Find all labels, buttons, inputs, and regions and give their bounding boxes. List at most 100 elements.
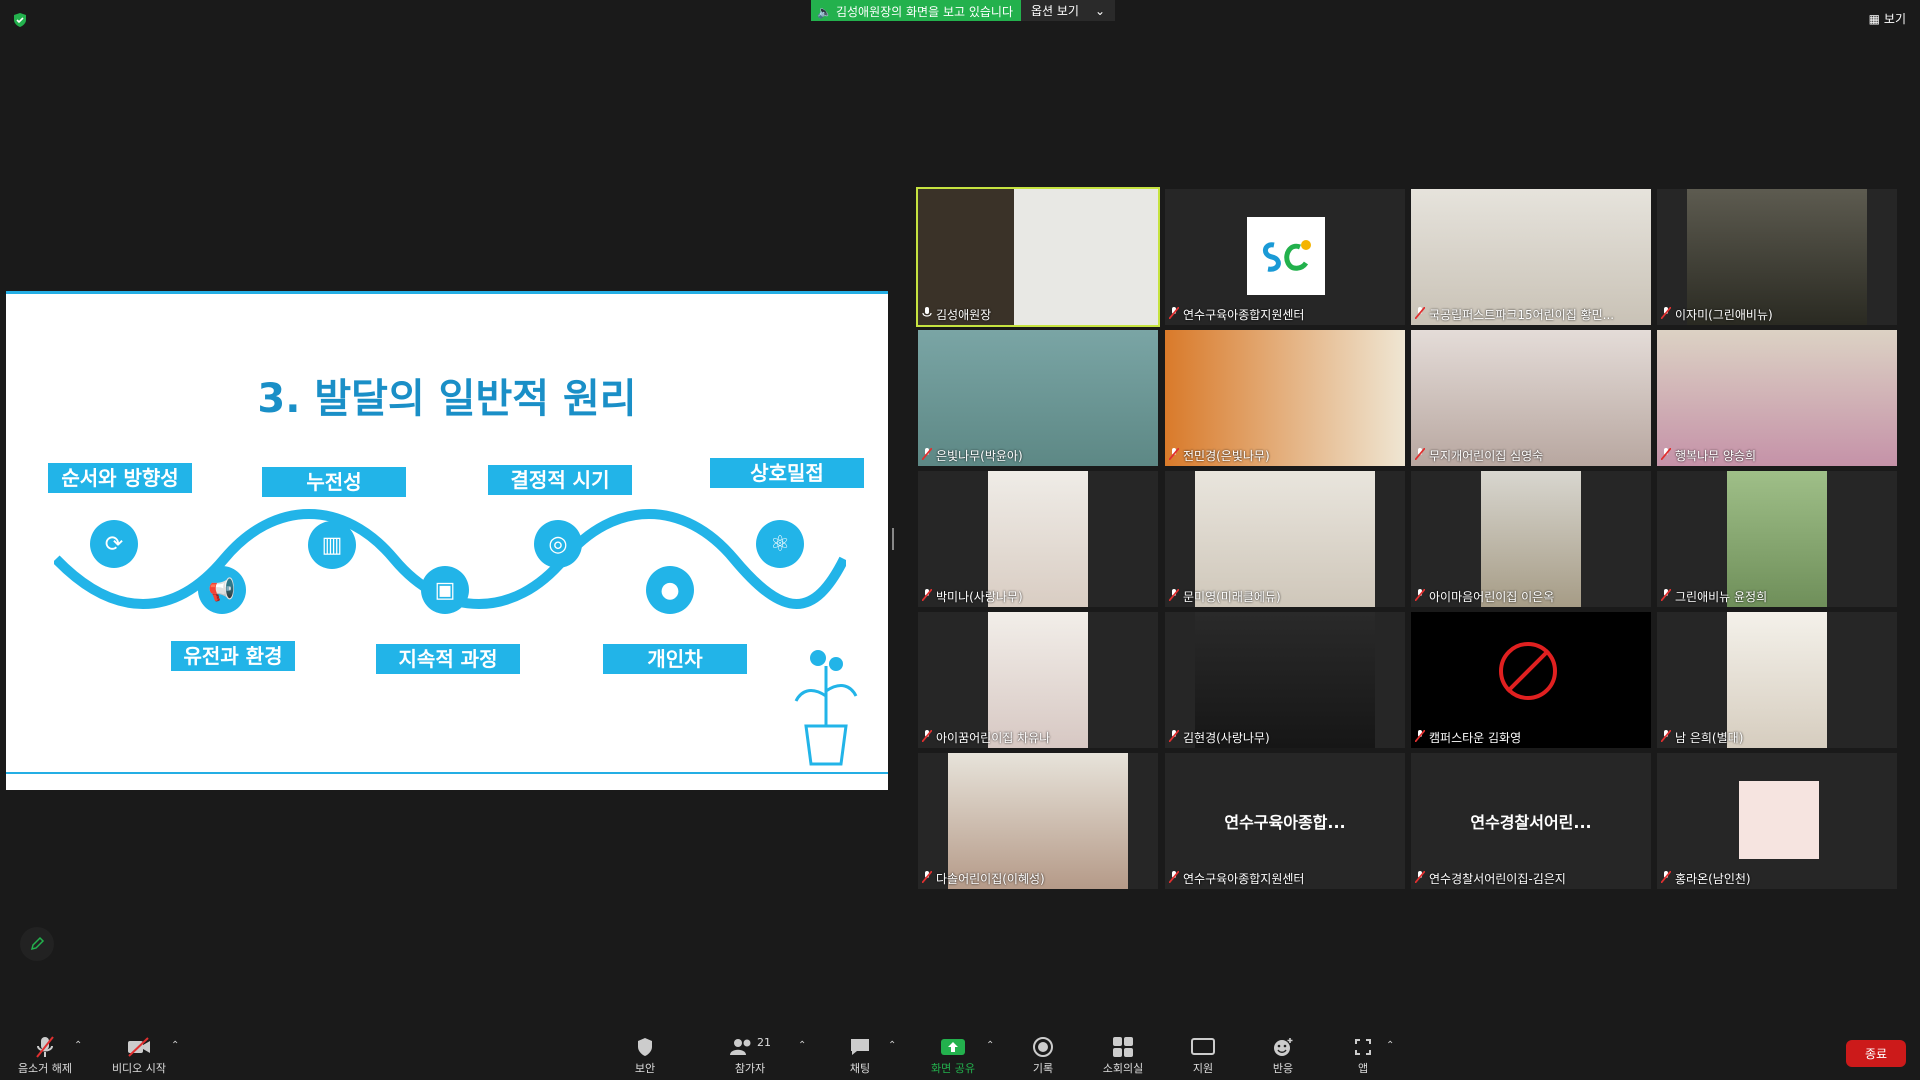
pencil-icon (30, 936, 45, 951)
breakout-rooms-button[interactable]: 소회의실 (1088, 1034, 1158, 1076)
participant-video (1687, 189, 1867, 325)
share-caret[interactable]: ⌃ (986, 1040, 994, 1051)
participants-button[interactable]: 21 참가자 (715, 1034, 785, 1076)
record-label: 기록 (1032, 1062, 1054, 1075)
view-button[interactable]: ▦ 보기 (1869, 10, 1906, 27)
participant-video (988, 471, 1088, 607)
participant-tile[interactable]: 국공립퍼스트파크15어린이집 황민... (1411, 189, 1651, 325)
video-options-caret[interactable]: ⌃ (171, 1040, 179, 1051)
reactions-button[interactable]: 반응 (1248, 1034, 1318, 1076)
mic-muted-icon (1168, 306, 1180, 322)
participant-tile[interactable]: 아이꿈어린이집 차유나 (918, 612, 1158, 748)
end-meeting-button[interactable]: 종료 (1846, 1040, 1906, 1067)
participant-name-tag: 김성애원장 (922, 306, 991, 323)
mic-muted-icon (10, 1034, 80, 1060)
camera-off-sign-icon (1499, 642, 1557, 700)
apps-caret[interactable]: ⌃ (1386, 1040, 1394, 1051)
chat-caret[interactable]: ⌃ (888, 1040, 896, 1051)
participant-name-tag: 전민경(은빛나무) (1168, 447, 1270, 464)
participant-tile[interactable]: 연수구육아종합... 연수구육아종합지원센터 (1165, 753, 1405, 889)
mic-muted-icon (921, 588, 933, 604)
participant-tile[interactable]: 박미나(사랑나무) (918, 471, 1158, 607)
participant-video (948, 753, 1128, 889)
plant-pot-icon (794, 650, 858, 766)
unmute-button[interactable]: 음소거 해제 (10, 1034, 80, 1076)
participant-name-tag: 문미영(미래클에듀) (1168, 588, 1281, 605)
participant-name: 국공립퍼스트파크15어린이집 황민... (1429, 308, 1615, 322)
participant-video (1727, 612, 1827, 748)
participant-name: 김성애원장 (936, 308, 992, 322)
chevron-down-icon: ⌄ (1094, 3, 1106, 18)
mic-icon (922, 307, 932, 322)
participant-tile[interactable]: 연수경찰서어린... 연수경찰서어린이집-김은지 (1411, 753, 1651, 889)
mic-muted-icon (921, 447, 933, 463)
participant-display-name: 연수구육아종합... (1224, 813, 1346, 832)
participant-tile[interactable]: 김현경(사랑나무) (1165, 612, 1405, 748)
start-video-label: 비디오 시작 (111, 1062, 167, 1075)
audio-options-caret[interactable]: ⌃ (74, 1040, 82, 1051)
participants-count: 21 (757, 1035, 771, 1049)
bar-chart-icon: ▥ (308, 521, 356, 569)
participant-tile[interactable]: 문미영(미래클에듀) (1165, 471, 1405, 607)
participant-tile[interactable]: 은빛나무(박윤아) (918, 330, 1158, 466)
participant-tile[interactable]: 무지개어린이집 심영숙 (1411, 330, 1651, 466)
participant-name: 문미영(미래클에듀) (1183, 590, 1281, 604)
participant-name-tag: 국공립퍼스트파크15어린이집 황민... (1414, 306, 1615, 323)
participant-name-tag: 다솔어린이집(이혜성) (921, 870, 1045, 887)
shield-icon (610, 1034, 680, 1060)
label-heredity-environment: 유전과 환경 (171, 641, 295, 671)
participant-video (1195, 471, 1375, 607)
mic-muted-icon (1414, 588, 1426, 604)
participant-name: 전민경(은빛나무) (1183, 449, 1270, 463)
annotate-pencil-button[interactable] (20, 927, 54, 961)
security-shield-icon[interactable] (12, 12, 28, 28)
label-critical-period: 결정적 시기 (488, 465, 632, 495)
start-video-button[interactable]: 비디오 시작 (104, 1034, 174, 1076)
participant-name-tag: 연수경찰서어린이집-김은지 (1414, 870, 1566, 887)
record-icon (1008, 1034, 1078, 1060)
camera-off-icon (104, 1034, 174, 1060)
mic-muted-icon (921, 870, 933, 886)
participant-tile[interactable]: 아이마음어린이집 이은옥 (1411, 471, 1651, 607)
reactions-label: 반응 (1272, 1062, 1294, 1075)
participant-tile[interactable]: 다솔어린이집(이혜성) (918, 753, 1158, 889)
screen-share-banner: 🔈 김성애원장의 화면을 보고 있습니다 옵션 보기 ⌄ (811, 0, 1116, 21)
participant-tile[interactable]: 남 은희(별대) (1657, 612, 1897, 748)
participant-tile[interactable]: 전민경(은빛나무) (1165, 330, 1405, 466)
speaker-icon: 🔈 (817, 4, 832, 19)
chat-button[interactable]: 채팅 (825, 1034, 895, 1076)
presentation-icon: ▣ (421, 566, 469, 614)
label-order-direction: 순서와 방향성 (48, 463, 192, 493)
split-resize-handle[interactable] (892, 528, 894, 550)
participant-video (1727, 471, 1827, 607)
participants-caret[interactable]: ⌃ (798, 1040, 806, 1051)
mic-muted-icon (1168, 870, 1180, 886)
participant-tile[interactable]: 연수구육아종합지원센터 (1165, 189, 1405, 325)
security-label: 보안 (634, 1062, 656, 1075)
participant-tile[interactable]: 행복나무 양승희 (1657, 330, 1897, 466)
participant-video (1657, 330, 1897, 466)
participant-tile[interactable]: 이자미(그린애비뉴) (1657, 189, 1897, 325)
slide-footer-line (6, 772, 888, 774)
support-button[interactable]: 지원 (1168, 1034, 1238, 1076)
participant-video (1195, 612, 1375, 748)
organization-logo (1247, 217, 1325, 295)
participant-video (988, 612, 1088, 748)
record-button[interactable]: 기록 (1008, 1034, 1078, 1076)
participant-tile[interactable]: 그린애비뉴 윤정희 (1657, 471, 1897, 607)
participant-tile[interactable]: 김성애원장 (916, 187, 1160, 327)
breakout-grid-icon (1088, 1034, 1158, 1060)
megaphone-icon: 📢 (198, 566, 246, 614)
participant-video (918, 330, 1158, 466)
security-button[interactable]: 보안 (610, 1034, 680, 1076)
meeting-toolbar: 음소거 해제 ⌃ 비디오 시작 ⌃ 보안 21 참가자 ⌃ 채팅 ⌃ 화면 공유… (0, 1020, 1920, 1080)
mic-muted-icon (1168, 588, 1180, 604)
participants-icon: 21 (715, 1034, 785, 1060)
participant-name: 이자미(그린애비뉴) (1675, 308, 1773, 322)
share-screen-button[interactable]: 화면 공유 (918, 1034, 988, 1076)
participants-label: 참가자 (734, 1062, 766, 1075)
participant-tile[interactable]: 캠퍼스타운 김화영 (1411, 612, 1651, 748)
participant-tile[interactable]: 홍라온(남인천) (1657, 753, 1897, 889)
view-options-button[interactable]: 옵션 보기 ⌄ (1021, 0, 1116, 21)
cast-icon (1168, 1034, 1238, 1060)
